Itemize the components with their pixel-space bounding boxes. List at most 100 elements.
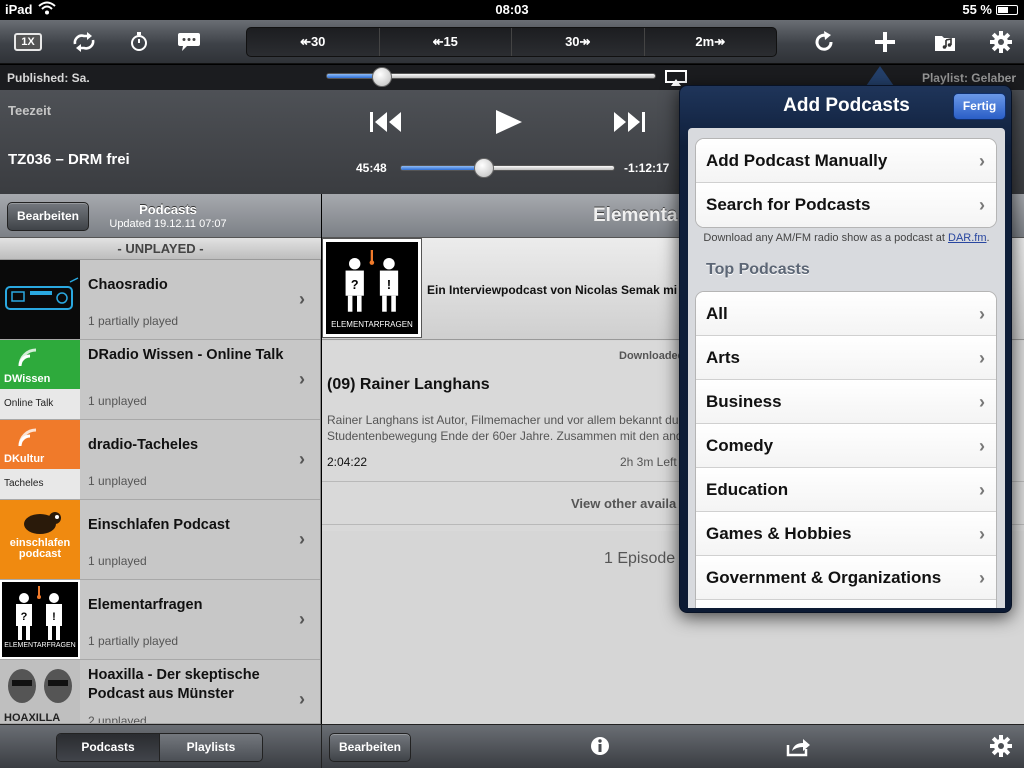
podcast-description: Ein Interviewpodcast von Nicolas Semak m…	[427, 283, 678, 297]
edit-episodes-button[interactable]: Bearbeiten	[329, 733, 411, 762]
dkultur-artwork: DKultur Tacheles	[0, 420, 80, 499]
playback-speed-button[interactable]: 1X	[14, 33, 42, 51]
cell-label: Add Podcast Manually	[706, 151, 888, 170]
podcast-row-dradio-wissen[interactable]: DWissen Online Talk DRadio Wissen - Onli…	[0, 340, 320, 420]
info-icon[interactable]	[590, 736, 610, 761]
bottom-toolbar: Podcasts Playlists Bearbeiten	[0, 724, 1024, 768]
skip-back-30-button[interactable]: ↞30	[247, 28, 380, 56]
category-education-cell[interactable]: Education ›	[696, 468, 996, 512]
seek-button-group: ↞30 ↞15 30↠ 2m↠	[246, 27, 777, 57]
skip-forward-2m-button[interactable]: 2m↠	[645, 28, 777, 56]
now-playing-title: TZ036 – DRM frei	[8, 151, 130, 168]
edit-podcasts-button[interactable]: Bearbeiten	[7, 202, 89, 231]
podcast-row-chaosradio[interactable]: Chaosradio 1 partially played ›	[0, 260, 320, 340]
categories-group: All › Arts › Business › Comedy › Education › …	[695, 291, 997, 608]
sleep-timer-icon[interactable]	[128, 30, 150, 54]
dar-fm-note-text: Download any AM/FM radio show as a podca…	[703, 232, 945, 244]
playback-progress-fill	[401, 166, 485, 170]
category-games-hobbies-cell[interactable]: Games & Hobbies ›	[696, 512, 996, 556]
podcast-list-header: Bearbeiten Podcasts Updated 19.12.11 07:…	[0, 194, 321, 238]
chevron-right-icon: ›	[299, 289, 305, 309]
podcast-title: Einschlafen Podcast	[88, 517, 230, 533]
cell-label: Government & Organizations	[706, 568, 942, 587]
share-icon[interactable]	[786, 737, 812, 762]
previous-track-icon[interactable]	[369, 110, 403, 139]
bottom-settings-gear-icon[interactable]	[990, 735, 1012, 762]
chaosradio-artwork	[0, 260, 80, 339]
skip-forward-30-button[interactable]: 30↠	[512, 28, 645, 56]
episode-title: (09) Rainer Langhans	[327, 376, 490, 393]
podcast-detail-title: Elementa	[593, 205, 678, 226]
category-business-cell[interactable]: Business ›	[696, 380, 996, 424]
chevron-right-icon: ›	[979, 480, 985, 500]
podcasts-playlists-segmented-control: Podcasts Playlists	[56, 733, 263, 762]
episode-description-line-1: Rainer Langhans ist Autor, Filmemacher u…	[327, 413, 679, 427]
podcast-list-panel: Bearbeiten Podcasts Updated 19.12.11 07:…	[0, 194, 321, 724]
dar-fm-note-end: .	[986, 232, 990, 244]
add-icon[interactable]	[873, 30, 897, 54]
unplayed-section-header: - UNPLAYED -	[0, 238, 321, 260]
settings-gear-icon[interactable]	[989, 30, 1013, 54]
main-toolbar: 1X ↞30 ↞15 30↠ 2m↠	[0, 20, 1024, 64]
podcast-row-dradio-tacheles[interactable]: DKultur Tacheles dradio-Tacheles 1 unpla…	[0, 420, 320, 500]
cell-label: Education	[706, 480, 789, 499]
status-bar: iPad 08:03 55 %	[0, 0, 1024, 20]
podcast-status: 1 unplayed	[88, 394, 147, 408]
podcast-status: 1 partially played	[88, 314, 179, 328]
view-other-link[interactable]: View other availa	[571, 496, 676, 511]
category-arts-cell[interactable]: Arts ›	[696, 336, 996, 380]
podcast-row-hoaxilla[interactable]: HOAXILLA Hoaxilla - Der skeptische Podca…	[0, 660, 320, 724]
podcast-status: 1 unplayed	[88, 474, 147, 488]
episode-time-left: 2h 3m Left	[620, 455, 677, 469]
podcast-list-title: Podcasts	[139, 202, 197, 217]
dwissen-logo-text: DWissen	[4, 373, 51, 385]
podcasts-segment[interactable]: Podcasts	[57, 734, 160, 761]
chat-icon[interactable]	[176, 30, 202, 54]
chevron-right-icon: ›	[299, 689, 305, 709]
einschlafen-logo-text: einschlafen podcast	[9, 537, 71, 560]
podcast-row-einschlafen[interactable]: einschlafen podcast Einschlafen Podcast …	[0, 500, 320, 580]
svg-text:!: !	[52, 611, 56, 623]
chevron-right-icon: ›	[979, 348, 985, 368]
done-button[interactable]: Fertig	[953, 93, 1006, 120]
dkultur-logo-text: DKultur	[4, 453, 45, 465]
cell-label: Arts	[706, 348, 741, 367]
dar-fm-link[interactable]: DAR.fm	[948, 232, 987, 244]
elapsed-time: 45:48	[356, 161, 387, 175]
podcast-title: Elementarfragen	[88, 597, 203, 613]
chevron-right-icon: ›	[979, 524, 985, 544]
next-track-icon[interactable]	[612, 110, 646, 139]
popover-content: Add Podcast Manually › Search for Podcast…	[688, 128, 1005, 608]
podcast-row-elementarfragen[interactable]: ?! ELEMENTARFRAGEN Elementarfragen 1 par…	[0, 580, 320, 660]
playlist-folder-icon[interactable]	[933, 30, 957, 54]
cell-label: Search for Podcasts	[706, 195, 871, 214]
chevron-right-icon: ›	[979, 392, 985, 412]
playback-progress-knob[interactable]	[473, 158, 494, 178]
category-comedy-cell[interactable]: Comedy ›	[696, 424, 996, 468]
remaining-time: -1:12:17	[624, 161, 670, 175]
downloaded-label: Downloaded	[619, 350, 685, 362]
skip-back-15-button[interactable]: ↞15	[380, 28, 512, 56]
detail-artwork-text: ELEMENTARFRAGEN	[331, 320, 413, 329]
play-icon[interactable]	[494, 108, 524, 141]
search-podcasts-cell[interactable]: Search for Podcasts ›	[696, 183, 996, 227]
chevron-right-icon: ›	[979, 195, 985, 215]
chevron-right-icon: ›	[979, 568, 985, 588]
hoaxilla-artwork: HOAXILLA	[0, 660, 80, 723]
published-label: Published: Sa.	[7, 71, 90, 85]
position-slider-knob[interactable]	[372, 67, 393, 87]
category-next-cell[interactable]	[696, 600, 996, 608]
add-podcast-manually-cell[interactable]: Add Podcast Manually ›	[696, 139, 996, 183]
battery-icon	[996, 5, 1018, 15]
cell-label: Games & Hobbies	[706, 524, 852, 543]
playback-progress-slider[interactable]	[400, 165, 615, 171]
battery-percent: 55 %	[962, 2, 992, 17]
refresh-icon[interactable]	[812, 30, 836, 54]
category-all-cell[interactable]: All ›	[696, 292, 996, 336]
cell-label: Comedy	[706, 436, 774, 455]
category-government-cell[interactable]: Government & Organizations ›	[696, 556, 996, 600]
chevron-right-icon: ›	[299, 529, 305, 549]
elementarfragen-logo-text: ELEMENTARFRAGEN	[4, 642, 76, 649]
playlists-segment[interactable]: Playlists	[160, 734, 262, 761]
repeat-icon[interactable]	[70, 30, 98, 54]
